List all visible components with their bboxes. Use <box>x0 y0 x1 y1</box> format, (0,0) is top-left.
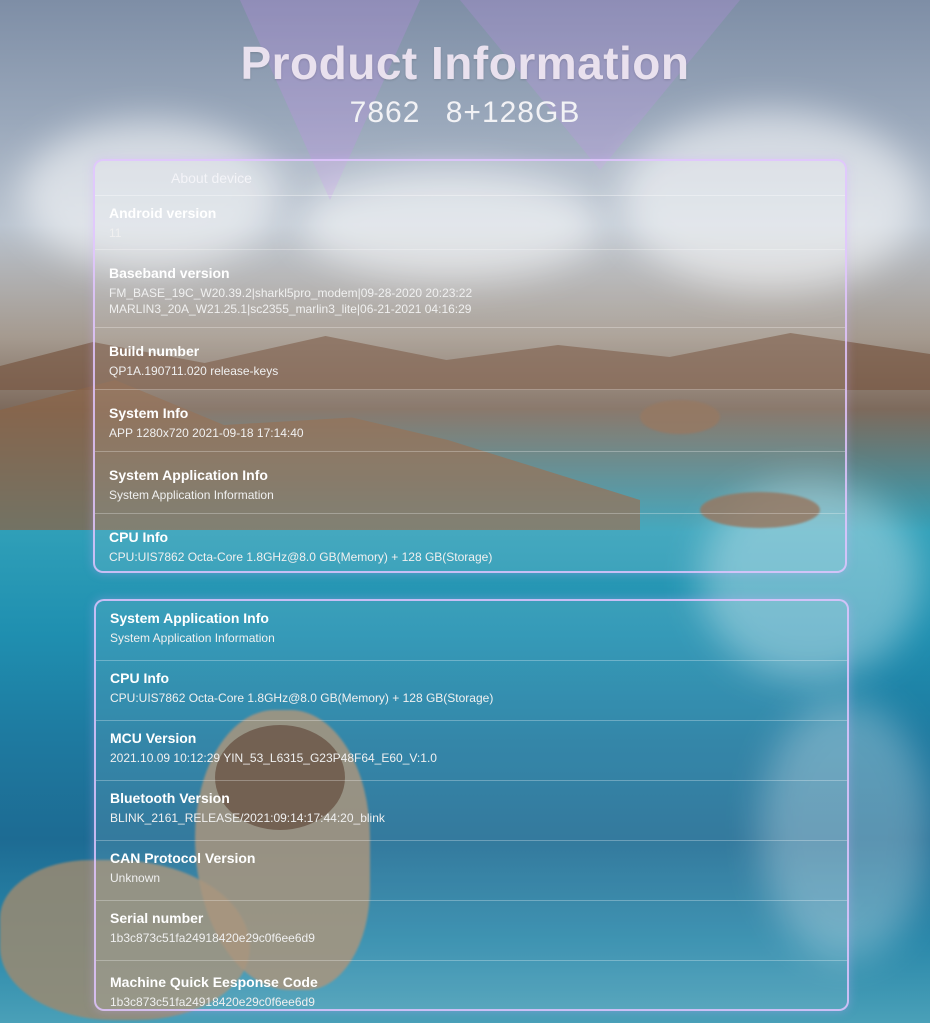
row-label: Serial number <box>110 910 204 926</box>
model-number: 7862 <box>349 96 421 129</box>
row-value: Unknown <box>110 871 161 885</box>
baseband-version-row[interactable]: Baseband version FM_BASE_19C_W20.39.2|sh… <box>95 250 845 328</box>
row-value: FM_BASE_19C_W20.39.2|sharkl5pro_modem|09… <box>109 285 831 317</box>
row-value: System Application Information <box>109 488 274 502</box>
row-value: 1b3c873c51fa24918420e29c0f6ee6d9 <box>110 995 315 1009</box>
system-application-info-row[interactable]: System Application Info System Applicati… <box>96 601 847 661</box>
about-device-heading: About device <box>95 161 845 196</box>
mcu-version-row[interactable]: MCU Version 2021.10.09 10:12:29 YIN_53_L… <box>96 721 847 781</box>
cpu-info-row[interactable]: CPU Info CPU:UIS7862 Octa-Core 1.8GHz@8.… <box>95 514 845 571</box>
row-label: Baseband version <box>109 265 230 281</box>
row-value: 11 <box>109 226 122 240</box>
row-label: System Info <box>109 405 189 421</box>
memory-spec: 8+128GB <box>445 96 581 129</box>
row-label: Machine Quick Eesponse Code <box>110 974 318 990</box>
row-value: 2021.10.09 10:12:29 YIN_53_L6315_G23P48F… <box>110 751 437 765</box>
device-details-panel: System Application Info System Applicati… <box>94 599 849 1011</box>
row-label: CAN Protocol Version <box>110 850 256 866</box>
row-value: 1b3c873c51fa24918420e29c0f6ee6d9 <box>110 931 315 945</box>
row-label: System Application Info <box>110 610 269 626</box>
android-version-row[interactable]: Android version 11 <box>95 196 845 250</box>
row-value: APP 1280x720 2021-09-18 17:14:40 <box>109 426 304 440</box>
row-label: CPU Info <box>109 529 169 545</box>
row-label: MCU Version <box>110 730 197 746</box>
machine-quick-response-code-row[interactable]: Machine Quick Eesponse Code 1b3c873c51fa… <box>96 961 847 1009</box>
row-label: CPU Info <box>110 670 170 686</box>
build-number-row[interactable]: Build number QP1A.190711.020 release-key… <box>95 328 845 390</box>
row-label: System Application Info <box>109 467 268 483</box>
can-protocol-version-row[interactable]: CAN Protocol Version Unknown <box>96 841 847 901</box>
row-label: Bluetooth Version <box>110 790 230 806</box>
baseband-line-1: FM_BASE_19C_W20.39.2|sharkl5pro_modem|09… <box>109 286 473 300</box>
row-label: Build number <box>109 343 200 359</box>
row-value: CPU:UIS7862 Octa-Core 1.8GHz@8.0 GB(Memo… <box>110 691 494 705</box>
row-value: System Application Information <box>110 631 275 645</box>
system-application-info-row[interactable]: System Application Info System Applicati… <box>95 452 845 514</box>
row-label: Android version <box>109 205 217 221</box>
about-device-panel: About device Android version 11 Baseband… <box>93 159 847 573</box>
row-value: BLINK_2161_RELEASE/2021:09:14:17:44:20_b… <box>110 811 385 825</box>
product-subtitle: 7862 8+128GB <box>0 96 930 130</box>
row-value: CPU:UIS7862 Octa-Core 1.8GHz@8.0 GB(Memo… <box>109 550 493 564</box>
serial-number-row[interactable]: Serial number 1b3c873c51fa24918420e29c0f… <box>96 901 847 961</box>
cpu-info-row[interactable]: CPU Info CPU:UIS7862 Octa-Core 1.8GHz@8.… <box>96 661 847 721</box>
system-info-row[interactable]: System Info APP 1280x720 2021-09-18 17:1… <box>95 390 845 452</box>
page-title: Product Information <box>240 37 690 89</box>
row-value: QP1A.190711.020 release-keys <box>109 364 279 378</box>
baseband-line-2: MARLIN3_20A_W21.25.1|sc2355_marlin3_lite… <box>109 302 472 316</box>
bluetooth-version-row[interactable]: Bluetooth Version BLINK_2161_RELEASE/202… <box>96 781 847 841</box>
